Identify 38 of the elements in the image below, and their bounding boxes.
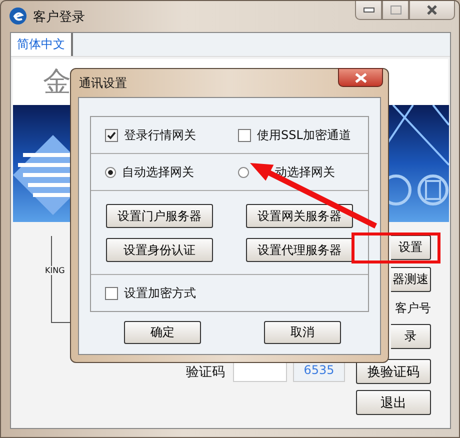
server-settings-button[interactable]: 设置网关服务器 bbox=[246, 204, 353, 228]
minimize-icon bbox=[362, 7, 374, 13]
window-title: 客户登录 bbox=[33, 9, 85, 26]
radio-button[interactable] bbox=[238, 166, 249, 178]
server-settings-button[interactable]: 设置身份认证 bbox=[106, 238, 213, 262]
captcha-label: 验证码 bbox=[186, 364, 225, 380]
exit-button[interactable]: 退出 bbox=[356, 390, 431, 415]
close-button[interactable] bbox=[409, 1, 455, 20]
side-button[interactable]: 器测速 bbox=[391, 267, 431, 292]
close-icon bbox=[426, 5, 438, 15]
brand-logo-text: KING bbox=[45, 266, 65, 275]
checkbox[interactable] bbox=[238, 128, 251, 142]
captcha-input[interactable] bbox=[233, 362, 287, 382]
option-label: 自动选择网关 bbox=[122, 164, 194, 180]
language-tab[interactable]: 简体中文 bbox=[11, 33, 73, 56]
close-button[interactable] bbox=[338, 68, 383, 87]
side-button[interactable]: 录 bbox=[391, 324, 431, 349]
brand-heading: 金 bbox=[43, 64, 71, 100]
maximize-icon bbox=[390, 5, 402, 15]
app-logo-icon bbox=[9, 7, 27, 25]
dialog-title: 通讯设置 bbox=[79, 75, 127, 92]
option-label: 使用SSL加密通道 bbox=[257, 126, 351, 144]
checkbox[interactable] bbox=[105, 128, 118, 142]
option-label: 登录行情网关 bbox=[124, 126, 196, 144]
option-label: 设置加密方式 bbox=[124, 284, 196, 302]
server-settings-button[interactable]: 设置门户服务器 bbox=[106, 204, 213, 228]
maximize-button[interactable] bbox=[382, 1, 409, 20]
side-button[interactable]: 设置 bbox=[391, 235, 431, 260]
side-label: 客户号 bbox=[394, 300, 431, 317]
dialog-button[interactable]: 确定 bbox=[124, 321, 201, 344]
radio-button[interactable] bbox=[105, 166, 116, 178]
server-settings-button[interactable]: 设置代理服务器 bbox=[246, 238, 353, 262]
checkbox[interactable] bbox=[105, 286, 118, 300]
captcha-code: 6535 bbox=[293, 362, 345, 382]
dialog-button[interactable]: 取消 bbox=[264, 321, 341, 344]
minimize-button[interactable] bbox=[355, 1, 382, 20]
close-icon bbox=[354, 72, 368, 82]
refresh-captcha-button[interactable]: 换验证码 bbox=[356, 359, 431, 384]
